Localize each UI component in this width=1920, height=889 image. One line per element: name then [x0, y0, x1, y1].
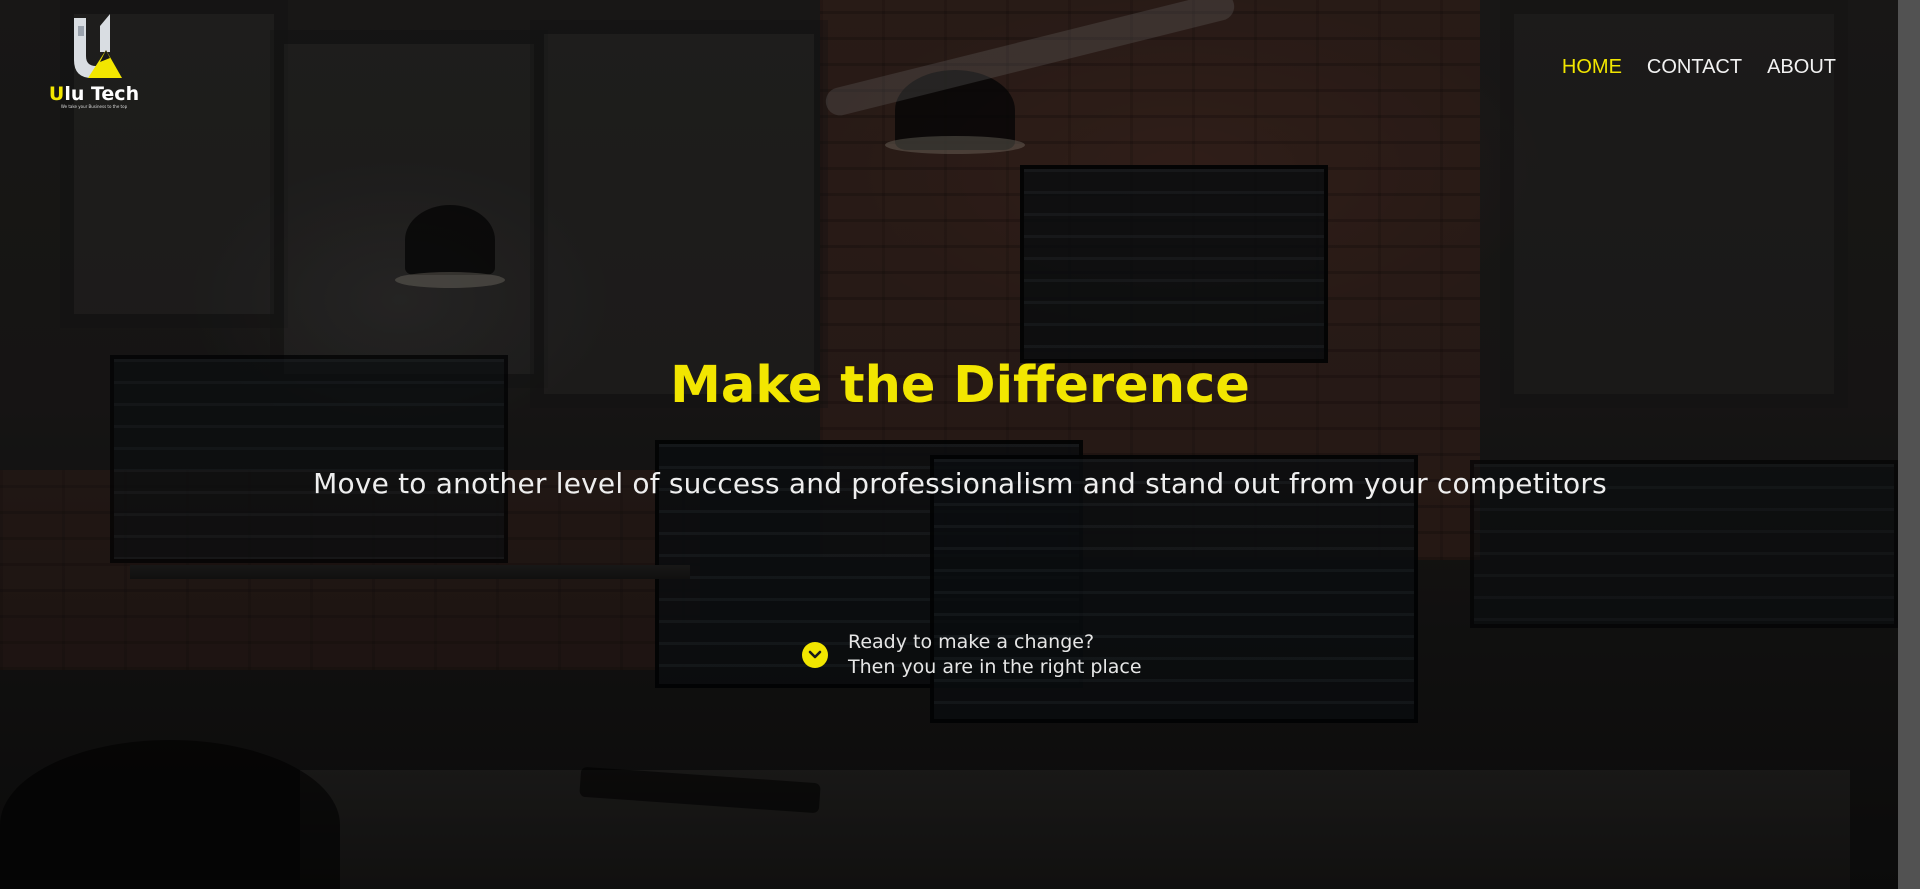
cta-line-1: Ready to make a change?: [848, 631, 1095, 653]
main-nav: HOME CONTACT ABOUT: [1537, 54, 1836, 80]
scrollbar[interactable]: [1898, 0, 1920, 889]
logo[interactable]: Ulu Tech We take your Business to the to…: [48, 12, 140, 116]
dark-overlay: [0, 0, 1898, 889]
page: Ulu Tech We take your Business to the to…: [0, 0, 1920, 889]
hero-title: Make the Difference: [670, 356, 1250, 415]
cta-line-2: Then you are in the right place: [848, 656, 1142, 678]
brand-tagline: We take your Business to the top: [60, 104, 128, 109]
nav-about-link[interactable]: ABOUT: [1767, 54, 1836, 80]
chevron-down-icon[interactable]: [802, 642, 828, 668]
brand-name: Ulu Tech: [48, 83, 140, 105]
hero-subtitle: Move to another level of success and pro…: [313, 467, 1607, 500]
nav-contact-link[interactable]: CONTACT: [1647, 54, 1742, 80]
mountain-flag-logo-icon: [74, 14, 122, 78]
cta-text: Ready to make a change? Then you are in …: [848, 630, 1142, 680]
nav-home-link[interactable]: HOME: [1562, 54, 1622, 80]
scroll-down-cta[interactable]: Ready to make a change? Then you are in …: [802, 630, 1142, 680]
